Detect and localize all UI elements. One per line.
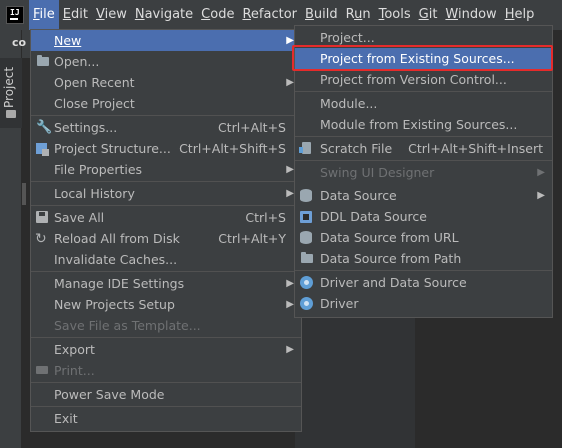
- menu-file[interactable]: File: [29, 0, 59, 30]
- file-menu-new[interactable]: New ▶: [31, 30, 301, 51]
- reload-icon: ↻: [35, 231, 47, 247]
- new-project-from-vcs[interactable]: Project from Version Control...: [295, 69, 552, 90]
- new-data-source-from-path[interactable]: Data Source from Path: [295, 248, 552, 269]
- project-tab-label: Project: [2, 66, 16, 108]
- driver-icon: [299, 296, 314, 311]
- new-ddl-data-source[interactable]: DDL Data Source: [295, 206, 552, 227]
- project-folder-icon: [6, 110, 16, 118]
- menu-separator: [295, 136, 552, 137]
- submenu-arrow-icon: ▶: [537, 190, 545, 201]
- new-module-from-existing-sources[interactable]: Module from Existing Sources...: [295, 114, 552, 135]
- submenu-arrow-icon: ▶: [286, 77, 294, 88]
- new-data-source[interactable]: Data Source ▶: [295, 185, 552, 206]
- file-menu-exit[interactable]: Exit: [31, 408, 301, 429]
- new-driver[interactable]: Driver: [295, 293, 552, 314]
- file-menu-new-projects-setup[interactable]: New Projects Setup ▶: [31, 294, 301, 315]
- scratch-file-icon: [299, 141, 314, 156]
- file-menu-print[interactable]: Print...: [31, 360, 301, 381]
- menu-view[interactable]: View: [92, 0, 131, 30]
- submenu-arrow-icon: ▶: [286, 278, 294, 289]
- menu-separator: [295, 270, 552, 271]
- file-menu-project-structure[interactable]: Project Structure... Ctrl+Alt+Shift+S: [31, 138, 301, 159]
- new-swing-ui-designer[interactable]: Swing UI Designer ▶: [295, 162, 552, 183]
- file-menu-manage-ide-settings[interactable]: Manage IDE Settings ▶: [31, 273, 301, 294]
- wrench-icon: 🔧: [36, 120, 53, 135]
- file-menu-file-properties[interactable]: File Properties ▶: [31, 159, 301, 180]
- menu-refactor[interactable]: Refactor: [238, 0, 301, 30]
- file-menu-open[interactable]: Open...: [31, 51, 301, 72]
- menu-navigate[interactable]: Navigate: [131, 0, 197, 30]
- menu-edit[interactable]: Edit: [59, 0, 92, 30]
- file-menu-reload-all[interactable]: ↻ Reload All from Disk Ctrl+Alt+Y: [31, 228, 301, 249]
- app-logo-icon: IJ: [6, 6, 24, 24]
- file-menu-close-project[interactable]: Close Project: [31, 93, 301, 114]
- folder-open-icon: [35, 54, 50, 69]
- ddl-icon: [299, 209, 314, 224]
- submenu-arrow-icon: ▶: [286, 299, 294, 310]
- print-icon: [35, 363, 50, 378]
- menu-code[interactable]: Code: [197, 0, 238, 30]
- file-menu-save-all[interactable]: Save All Ctrl+S: [31, 207, 301, 228]
- gutter-marker: [22, 183, 26, 205]
- menu-separator: [31, 271, 301, 272]
- menu-separator: [295, 160, 552, 161]
- database-icon: [299, 188, 314, 203]
- menu-separator: [31, 205, 301, 206]
- menu-separator: [31, 181, 301, 182]
- menu-separator: [31, 115, 301, 116]
- database-icon: [299, 230, 314, 245]
- new-scratch-file[interactable]: Scratch File Ctrl+Alt+Shift+Insert: [295, 138, 552, 159]
- file-menu-export[interactable]: Export ▶: [31, 339, 301, 360]
- submenu-arrow-icon: ▶: [286, 164, 294, 175]
- menu-separator: [31, 337, 301, 338]
- file-menu-open-recent[interactable]: Open Recent ▶: [31, 72, 301, 93]
- file-menu-save-as-template[interactable]: Save File as Template...: [31, 315, 301, 336]
- file-menu-settings[interactable]: 🔧 Settings... Ctrl+Alt+S: [31, 117, 301, 138]
- folder-icon: [299, 251, 314, 266]
- new-driver-and-data-source[interactable]: Driver and Data Source: [295, 272, 552, 293]
- new-data-source-from-url[interactable]: Data Source from URL: [295, 227, 552, 248]
- menu-separator: [31, 406, 301, 407]
- menu-separator: [295, 91, 552, 92]
- driver-icon: [299, 275, 314, 290]
- submenu-arrow-icon: ▶: [286, 188, 294, 199]
- file-menu-power-save-mode[interactable]: Power Save Mode: [31, 384, 301, 405]
- new-module[interactable]: Module...: [295, 93, 552, 114]
- project-structure-icon: [35, 141, 50, 156]
- highlight-annotation-box: [292, 45, 553, 71]
- file-menu-invalidate-caches[interactable]: Invalidate Caches...: [31, 249, 301, 270]
- editor-tab-label[interactable]: co: [12, 36, 26, 49]
- save-icon: [35, 210, 50, 225]
- editor-area: [295, 318, 415, 448]
- file-menu-local-history[interactable]: Local History ▶: [31, 183, 301, 204]
- submenu-arrow-icon: ▶: [537, 167, 545, 178]
- menu-separator: [31, 382, 301, 383]
- file-menu-dropdown: New ▶ Open... Open Recent ▶ Close Projec…: [30, 29, 302, 432]
- submenu-arrow-icon: ▶: [286, 344, 294, 355]
